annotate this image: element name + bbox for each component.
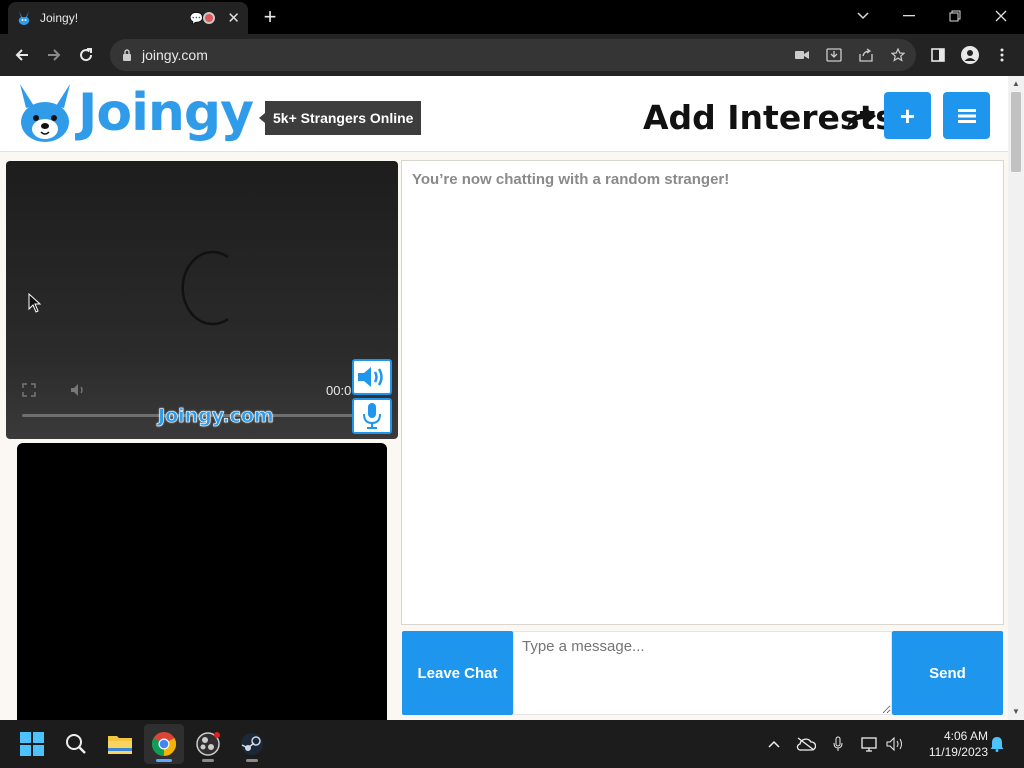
obs-app[interactable] — [188, 724, 228, 764]
reload-button[interactable] — [70, 34, 102, 76]
page-content: Joingy 5k+ Strangers Online Add Interest… — [0, 76, 1024, 720]
network-icon[interactable] — [858, 720, 882, 768]
joingy-favicon-icon — [18, 11, 30, 25]
lock-icon — [123, 49, 131, 61]
volume-icon[interactable] — [70, 383, 86, 400]
steam-icon — [241, 733, 263, 755]
share-icon[interactable] — [854, 39, 878, 71]
close-window-button[interactable] — [978, 0, 1024, 32]
chrome-icon — [152, 732, 176, 756]
bunny-logo-icon[interactable] — [14, 82, 76, 144]
system-message: You’re now chatting with a random strang… — [412, 171, 730, 188]
chat-log: You’re now chatting with a random strang… — [401, 160, 1004, 625]
scrollbar-thumb[interactable] — [1011, 92, 1021, 172]
microphone-icon — [363, 403, 381, 429]
url-text: joingy.com — [142, 47, 208, 63]
search-icon — [66, 734, 86, 754]
speaker-icon — [358, 367, 383, 387]
site-header: Joingy 5k+ Strangers Online Add Interest… — [0, 76, 1008, 152]
clock-date: 11/19/2023 — [928, 745, 988, 759]
mouse-cursor-icon — [28, 293, 42, 313]
back-button[interactable] — [6, 34, 38, 76]
chat-input-bar: Leave Chat Send — [401, 631, 1004, 716]
minimize-button[interactable] — [886, 0, 932, 32]
video-time: 00:0 — [326, 383, 352, 398]
browser-titlebar: Joingy! 💬 ✕ + — [0, 0, 1024, 34]
microphone-tray-icon[interactable] — [828, 720, 848, 768]
volume-tray-icon[interactable] — [884, 720, 906, 768]
online-count-badge: 5k+ Strangers Online — [258, 101, 422, 135]
windows-logo-icon — [20, 732, 44, 756]
loading-spinner-icon — [181, 250, 229, 326]
file-explorer-app[interactable] — [100, 724, 140, 764]
cloud-offline-icon[interactable] — [794, 720, 818, 768]
new-tab-button[interactable]: + — [258, 4, 282, 30]
hamburger-menu-button[interactable] — [943, 92, 990, 139]
plus-icon: + — [899, 100, 916, 131]
forward-button[interactable] — [38, 34, 70, 76]
taskbar-clock[interactable]: 4:06 AM 11/19/2023 — [912, 728, 988, 760]
recording-indicator-icon — [203, 12, 216, 24]
browser-toolbar: joingy.com — [0, 34, 1024, 76]
page-scrollbar[interactable]: ▲ ▼ — [1008, 76, 1024, 720]
menu-icon[interactable] — [988, 34, 1016, 76]
leave-chat-button[interactable]: Leave Chat — [402, 631, 513, 715]
speaker-toggle-button[interactable] — [352, 359, 392, 395]
notification-bell-icon[interactable] — [986, 720, 1008, 768]
hamburger-icon — [957, 108, 976, 123]
self-video — [17, 443, 387, 720]
windows-taskbar: 4:06 AM 11/19/2023 — [0, 720, 1024, 768]
speech-bubble-icon: 💬 — [189, 12, 204, 25]
star-icon[interactable] — [886, 39, 910, 71]
scroll-down-icon[interactable]: ▼ — [1011, 707, 1021, 717]
clock-time: 4:06 AM — [943, 729, 988, 743]
send-button[interactable]: Send — [892, 631, 1003, 715]
profile-icon[interactable] — [956, 34, 984, 76]
taskbar-search-button[interactable] — [56, 724, 96, 764]
steam-app[interactable] — [232, 724, 272, 764]
running-app-indicator — [202, 759, 214, 762]
message-input[interactable] — [513, 631, 892, 715]
microphone-toggle-button[interactable] — [352, 398, 392, 434]
running-app-indicator — [246, 759, 258, 762]
tab-title: Joingy! — [40, 11, 79, 25]
folder-icon — [108, 736, 132, 754]
scroll-up-icon[interactable]: ▲ — [1011, 79, 1021, 89]
address-bar[interactable]: joingy.com — [110, 39, 916, 71]
show-hidden-icons-chevron-icon[interactable] — [764, 720, 784, 768]
windows-start-button[interactable] — [12, 724, 52, 764]
stranger-video[interactable]: 00:0 Joingy.com — [6, 161, 398, 439]
install-icon[interactable] — [822, 39, 846, 71]
add-interest-button[interactable]: + — [884, 92, 931, 139]
obs-icon — [196, 732, 220, 756]
browser-tab[interactable]: Joingy! 💬 ✕ — [8, 2, 248, 34]
tab-search-chevron-icon[interactable] — [840, 0, 886, 32]
tab-close-icon[interactable]: ✕ — [227, 9, 240, 27]
restore-button[interactable] — [932, 0, 978, 32]
video-watermark: Joingy.com — [158, 405, 274, 428]
fullscreen-icon[interactable] — [22, 383, 36, 400]
curved-arrow-icon — [847, 107, 876, 128]
chrome-app[interactable] — [144, 724, 184, 764]
camera-icon[interactable] — [790, 39, 814, 71]
site-logo-text[interactable]: Joingy — [78, 80, 254, 146]
active-app-indicator — [156, 759, 172, 762]
sidebar-icon[interactable] — [924, 34, 952, 76]
